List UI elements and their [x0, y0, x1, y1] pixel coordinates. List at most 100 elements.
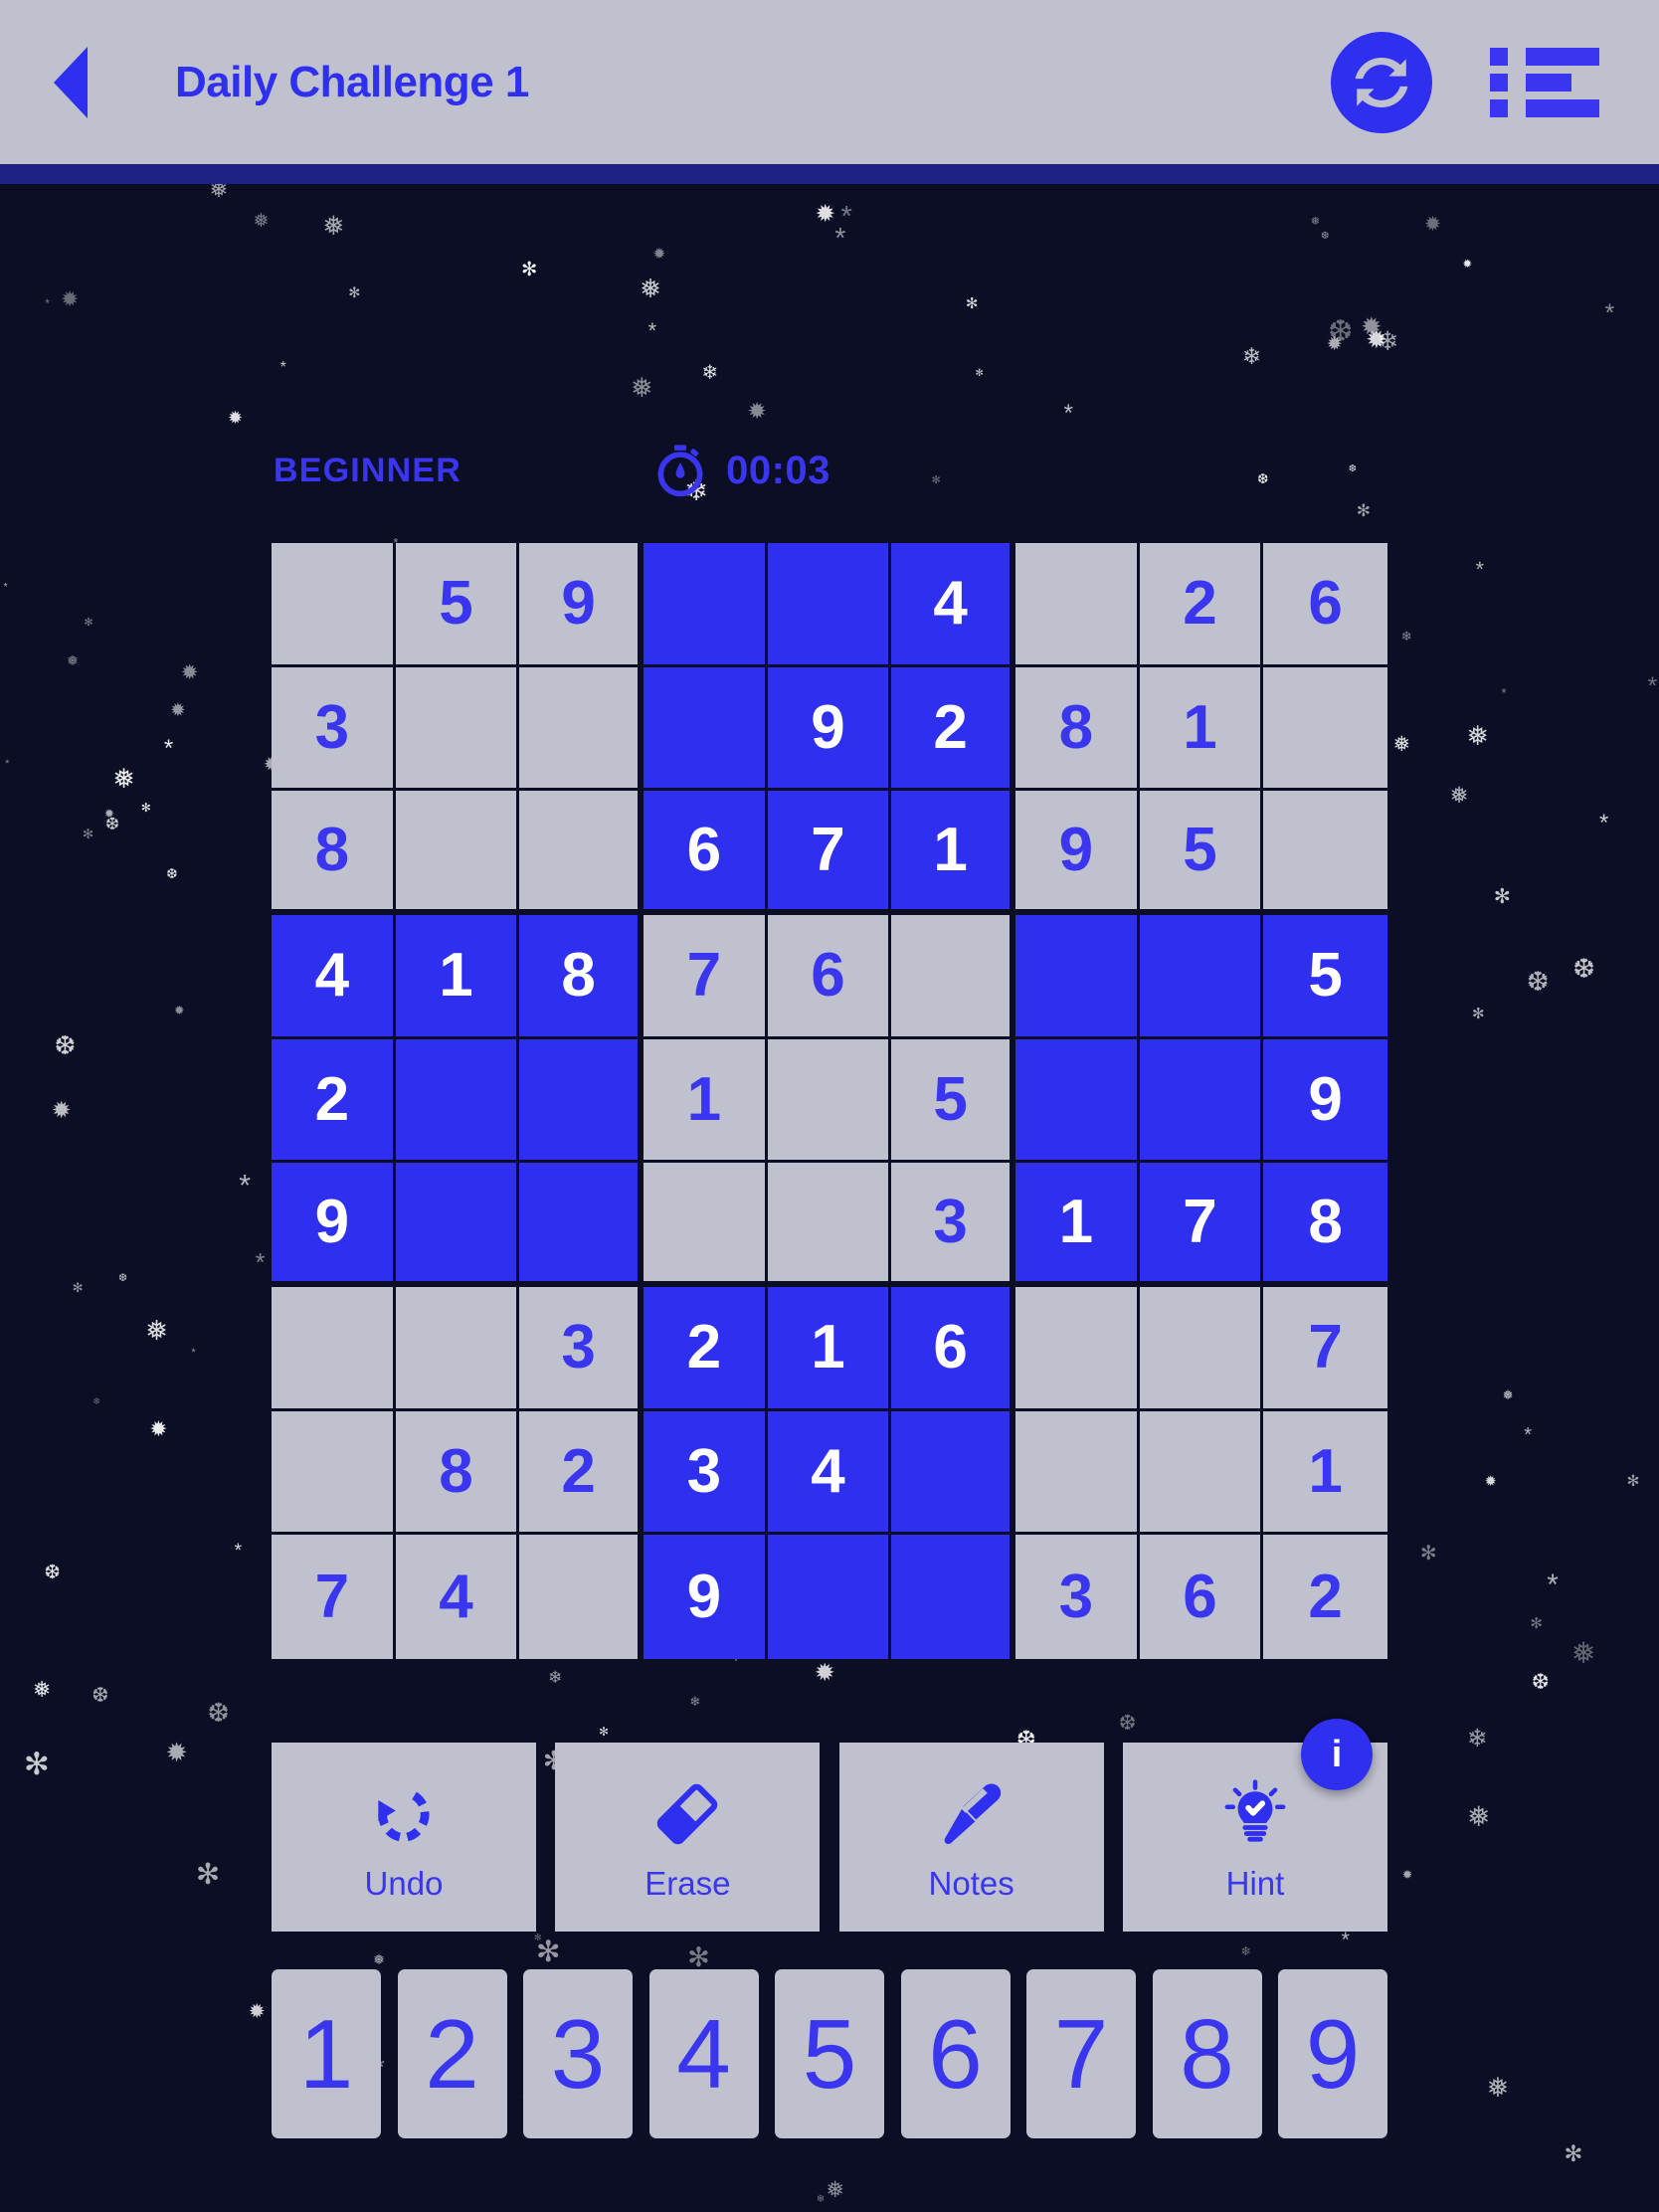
sudoku-cell-r1c1[interactable] [272, 543, 396, 667]
sudoku-cell-r8c9[interactable]: 1 [1263, 1410, 1387, 1536]
sudoku-cell-r5c9[interactable]: 9 [1263, 1038, 1387, 1164]
sudoku-cell-r7c9[interactable]: 7 [1263, 1286, 1387, 1411]
sudoku-cell-r1c7[interactable] [1014, 543, 1140, 667]
sudoku-cell-r8c1[interactable] [272, 1410, 396, 1536]
list-menu-icon[interactable] [1490, 47, 1599, 117]
number-key-3[interactable]: 3 [523, 1969, 633, 2138]
sudoku-cell-r6c1[interactable]: 9 [272, 1163, 396, 1287]
sudoku-cell-r4c9[interactable]: 5 [1263, 914, 1387, 1039]
sudoku-cell-r7c3[interactable]: 3 [519, 1286, 644, 1411]
sudoku-cell-r3c8[interactable]: 5 [1139, 791, 1264, 915]
sudoku-cell-r3c3[interactable] [519, 791, 644, 915]
erase-button[interactable]: Erase [555, 1743, 821, 1932]
number-key-6[interactable]: 6 [900, 1969, 1011, 2138]
sudoku-cell-r4c3[interactable]: 8 [519, 914, 644, 1039]
undo-button[interactable]: Undo [272, 1743, 536, 1932]
sudoku-cell-r4c7[interactable] [1014, 914, 1140, 1039]
sudoku-cell-r2c3[interactable] [519, 666, 644, 792]
sudoku-cell-r9c5[interactable] [767, 1535, 892, 1659]
sudoku-cell-r2c9[interactable] [1263, 666, 1387, 792]
sudoku-cell-r3c9[interactable] [1263, 791, 1387, 915]
sudoku-cell-r1c9[interactable]: 6 [1263, 543, 1387, 667]
sudoku-cell-r2c1[interactable]: 3 [272, 666, 396, 792]
sudoku-cell-r2c4[interactable] [643, 666, 768, 792]
sudoku-cell-r6c4[interactable] [643, 1163, 768, 1287]
refresh-icon[interactable] [1331, 31, 1432, 133]
sudoku-cell-r7c4[interactable]: 2 [643, 1286, 768, 1411]
sudoku-cell-r8c5[interactable]: 4 [767, 1410, 892, 1536]
sudoku-cell-r1c8[interactable]: 2 [1139, 543, 1264, 667]
sudoku-cell-r3c6[interactable]: 1 [891, 791, 1015, 915]
snowflake: ❆ [1320, 230, 1330, 242]
sudoku-cell-r8c2[interactable]: 8 [395, 1410, 520, 1536]
sudoku-cell-r9c2[interactable]: 4 [395, 1535, 520, 1659]
number-key-2[interactable]: 2 [397, 1969, 507, 2138]
sudoku-cell-r3c2[interactable] [395, 791, 520, 915]
number-key-8[interactable]: 8 [1152, 1969, 1262, 2138]
sudoku-cell-r6c6[interactable]: 3 [891, 1163, 1015, 1287]
sudoku-cell-r8c6[interactable] [891, 1410, 1015, 1536]
sudoku-cell-r4c4[interactable]: 7 [643, 914, 768, 1039]
sudoku-cell-r6c9[interactable]: 8 [1263, 1163, 1387, 1287]
sudoku-cell-r9c1[interactable]: 7 [272, 1535, 396, 1659]
sudoku-cell-r3c4[interactable]: 6 [643, 791, 768, 915]
sudoku-cell-r6c8[interactable]: 7 [1139, 1163, 1264, 1287]
sudoku-cell-r3c5[interactable]: 7 [767, 791, 892, 915]
sudoku-cell-r4c5[interactable]: 6 [767, 914, 892, 1039]
sudoku-cell-r9c8[interactable]: 6 [1139, 1535, 1264, 1659]
sudoku-cell-r2c5[interactable]: 9 [767, 666, 892, 792]
sudoku-cell-r6c7[interactable]: 1 [1014, 1163, 1140, 1287]
sudoku-cell-r1c6[interactable]: 4 [891, 543, 1015, 667]
sudoku-cell-r2c2[interactable] [395, 666, 520, 792]
back-arrow-icon[interactable] [54, 46, 88, 118]
sudoku-cell-r9c9[interactable]: 2 [1263, 1535, 1387, 1659]
sudoku-cell-r8c7[interactable] [1014, 1410, 1140, 1536]
sudoku-cell-r9c3[interactable] [519, 1535, 644, 1659]
sudoku-cell-r4c6[interactable] [891, 914, 1015, 1039]
sudoku-cell-r5c1[interactable]: 2 [272, 1038, 396, 1164]
sudoku-cell-r3c7[interactable]: 9 [1014, 791, 1140, 915]
sudoku-cell-r1c4[interactable] [643, 543, 768, 667]
sudoku-cell-r4c1[interactable]: 4 [272, 914, 396, 1039]
sudoku-cell-r6c2[interactable] [395, 1163, 520, 1287]
sudoku-cell-r9c7[interactable]: 3 [1014, 1535, 1140, 1659]
number-key-4[interactable]: 4 [648, 1969, 759, 2138]
sudoku-cell-r5c4[interactable]: 1 [643, 1038, 768, 1164]
sudoku-cell-r4c2[interactable]: 1 [395, 914, 520, 1039]
sudoku-cell-r7c1[interactable] [272, 1286, 396, 1411]
sudoku-cell-r2c6[interactable]: 2 [891, 666, 1015, 792]
number-key-7[interactable]: 7 [1026, 1969, 1136, 2138]
sudoku-cell-r5c5[interactable] [767, 1038, 892, 1164]
sudoku-cell-r7c7[interactable] [1014, 1286, 1140, 1411]
number-key-9[interactable]: 9 [1278, 1969, 1387, 2138]
sudoku-cell-r7c2[interactable] [395, 1286, 520, 1411]
sudoku-cell-r9c6[interactable] [891, 1535, 1015, 1659]
sudoku-cell-r1c3[interactable]: 9 [519, 543, 644, 667]
sudoku-cell-r2c7[interactable]: 8 [1014, 666, 1140, 792]
notes-button[interactable]: Notes [838, 1743, 1104, 1932]
sudoku-cell-r5c7[interactable] [1014, 1038, 1140, 1164]
sudoku-cell-r7c6[interactable]: 6 [891, 1286, 1015, 1411]
sudoku-cell-r5c3[interactable] [519, 1038, 644, 1164]
sudoku-cell-r4c8[interactable] [1139, 914, 1264, 1039]
sudoku-cell-r3c1[interactable]: 8 [272, 791, 396, 915]
sudoku-cell-r9c4[interactable]: 9 [643, 1535, 768, 1659]
sudoku-cell-r8c8[interactable] [1139, 1410, 1264, 1536]
sudoku-cell-r1c2[interactable]: 5 [395, 543, 520, 667]
sudoku-cell-r5c2[interactable] [395, 1038, 520, 1164]
sudoku-cell-r7c5[interactable]: 1 [767, 1286, 892, 1411]
sudoku-cell-r8c4[interactable]: 3 [643, 1410, 768, 1536]
sudoku-cell-r6c5[interactable] [767, 1163, 892, 1287]
sudoku-cell-r7c8[interactable] [1139, 1286, 1264, 1411]
sudoku-board[interactable]: 5942639281867195418765215993178321678234… [272, 543, 1387, 1659]
sudoku-cell-r8c3[interactable]: 2 [519, 1410, 644, 1536]
sudoku-cell-r5c6[interactable]: 5 [891, 1038, 1015, 1164]
snowflake: * [4, 757, 10, 770]
sudoku-cell-r1c5[interactable] [767, 543, 892, 667]
sudoku-cell-r5c8[interactable] [1139, 1038, 1264, 1164]
number-key-1[interactable]: 1 [272, 1969, 381, 2138]
info-badge[interactable]: i [1301, 1719, 1373, 1790]
number-key-5[interactable]: 5 [775, 1969, 884, 2138]
sudoku-cell-r2c8[interactable]: 1 [1139, 666, 1264, 792]
sudoku-cell-r6c3[interactable] [519, 1163, 644, 1287]
